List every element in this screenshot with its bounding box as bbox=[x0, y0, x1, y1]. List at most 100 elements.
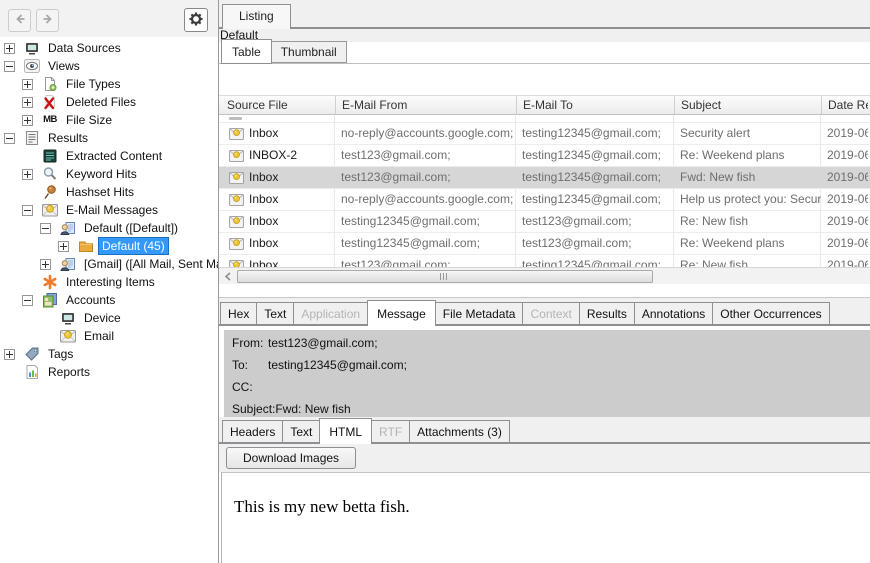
interesting-items-icon bbox=[42, 274, 58, 290]
sidebar-item-interesting-items[interactable]: Interesting Items bbox=[0, 273, 218, 291]
table-row[interactable]: Inboxtest123@gmail.com;testing12345@gmai… bbox=[219, 255, 870, 267]
source-file-name: Inbox bbox=[249, 211, 278, 232]
tab-headers[interactable]: Headers bbox=[222, 420, 283, 442]
sidebar-item-device[interactable]: Device bbox=[0, 309, 218, 327]
tab-text[interactable]: Text bbox=[256, 302, 294, 324]
sidebar-item-accounts[interactable]: Accounts bbox=[0, 291, 218, 309]
cell-subject: Re: New fish bbox=[674, 255, 821, 267]
table-header: Source FileE-Mail FromE-Mail ToSubjectDa… bbox=[219, 95, 870, 115]
expand-toggle-icon[interactable] bbox=[4, 43, 15, 54]
collapse-toggle-icon[interactable] bbox=[22, 295, 33, 306]
sidebar-item-extracted-content[interactable]: Extracted Content bbox=[0, 147, 218, 165]
views-icon bbox=[24, 58, 40, 74]
back-button[interactable] bbox=[8, 9, 31, 32]
cell-subject: Help us protect you: Securit... bbox=[674, 189, 821, 210]
table-row[interactable]: Inboxtesting12345@gmail.com;test123@gmai… bbox=[219, 233, 870, 255]
sidebar-item-default-default[interactable]: Default ([Default]) bbox=[0, 219, 218, 237]
collapse-toggle-icon[interactable] bbox=[40, 223, 51, 234]
tab-text[interactable]: Text bbox=[282, 420, 320, 442]
settings-button[interactable] bbox=[184, 8, 208, 32]
forward-arrow-icon bbox=[40, 11, 56, 30]
horizontal-scrollbar[interactable] bbox=[219, 267, 870, 284]
source-file-name: INBOX-2 bbox=[249, 145, 297, 166]
expand-toggle-icon[interactable] bbox=[22, 79, 33, 90]
file-types-icon bbox=[42, 76, 58, 92]
tab-table[interactable]: Table bbox=[221, 39, 272, 64]
message-field-to: To:testing12345@gmail.com; bbox=[232, 357, 870, 379]
cell-source-file: Inbox bbox=[221, 233, 335, 254]
column-header-e-mail-from[interactable]: E-Mail From bbox=[335, 96, 516, 114]
scrollbar-thumb[interactable] bbox=[237, 270, 653, 283]
sidebar-item-label: E-Mail Messages bbox=[63, 202, 161, 218]
table-row[interactable]: Inboxno-reply@accounts.google.com;testin… bbox=[219, 189, 870, 211]
tab-other-occurrences[interactable]: Other Occurrences bbox=[712, 302, 829, 324]
sidebar-item-keyword-hits[interactable]: Keyword Hits bbox=[0, 165, 218, 183]
sidebar-item-default-45[interactable]: Default (45) bbox=[0, 237, 218, 255]
download-images-button[interactable]: Download Images bbox=[226, 447, 356, 469]
expand-toggle-icon[interactable] bbox=[22, 169, 33, 180]
tab-attachments-3[interactable]: Attachments (3) bbox=[409, 420, 510, 442]
scroll-left-icon[interactable] bbox=[222, 271, 234, 282]
forward-button[interactable] bbox=[36, 9, 59, 32]
tab-listing[interactable]: Listing bbox=[222, 4, 291, 29]
collapse-toggle-icon[interactable] bbox=[4, 61, 15, 72]
directory-tree: Data SourcesViewsFile TypesDeleted Files… bbox=[0, 39, 218, 381]
tab-message[interactable]: Message bbox=[367, 300, 436, 326]
expand-toggle-icon[interactable] bbox=[22, 115, 33, 126]
sidebar-item-file-types[interactable]: File Types bbox=[0, 75, 218, 93]
sidebar-item-deleted-files[interactable]: Deleted Files bbox=[0, 93, 218, 111]
email-icon bbox=[42, 202, 58, 218]
expand-toggle-icon[interactable] bbox=[22, 97, 33, 108]
cell-email-to: testing12345@gmail.com; bbox=[516, 189, 674, 210]
cell-subject: Re: Weekend plans bbox=[674, 233, 821, 254]
accounts-icon bbox=[42, 292, 58, 308]
table-row[interactable]: Inboxtest123@gmail.com;testing12345@gmai… bbox=[219, 167, 870, 189]
sidebar-item-results[interactable]: Results bbox=[0, 129, 218, 147]
sidebar-item-data-sources[interactable]: Data Sources bbox=[0, 39, 218, 57]
tab-hex[interactable]: Hex bbox=[220, 302, 257, 324]
column-header-subject[interactable]: Subject bbox=[674, 96, 821, 114]
expand-toggle-icon[interactable] bbox=[40, 259, 51, 270]
sidebar-item-gmail-all-mail-sent-mail[interactable]: [Gmail] ([All Mail, Sent Mail]) bbox=[0, 255, 218, 273]
sidebar-item-reports[interactable]: Reports bbox=[0, 363, 218, 381]
field-label: Subject: bbox=[232, 401, 275, 418]
message-subtabstrip: HeadersTextHTMLRTFAttachments (3) bbox=[219, 417, 870, 444]
sidebar-item-email[interactable]: Email bbox=[0, 327, 218, 345]
message-field-cc: CC: bbox=[232, 379, 870, 401]
sidebar-item-label: Email bbox=[81, 328, 117, 344]
sidebar-item-file-size[interactable]: MBFile Size bbox=[0, 111, 218, 129]
sidebar-item-views[interactable]: Views bbox=[0, 57, 218, 75]
tab-html[interactable]: HTML bbox=[319, 418, 372, 444]
sidebar-item-e-mail-messages[interactable]: E-Mail Messages bbox=[0, 201, 218, 219]
sidebar-item-hashset-hits[interactable]: Hashset Hits bbox=[0, 183, 218, 201]
sidebar-item-label: Device bbox=[81, 310, 124, 326]
tab-thumbnail[interactable]: Thumbnail bbox=[271, 41, 347, 63]
tab-file-metadata[interactable]: File Metadata bbox=[435, 302, 524, 324]
message-field-from: From:test123@gmail.com; bbox=[232, 335, 870, 357]
column-header-source-file[interactable]: Source File bbox=[221, 96, 335, 114]
data-sources-icon bbox=[24, 40, 40, 56]
email-icon bbox=[60, 328, 76, 344]
table-row[interactable]: Inboxtesting12345@gmail.com;test123@gmai… bbox=[219, 211, 870, 233]
expand-toggle-icon[interactable] bbox=[58, 241, 69, 252]
table-row[interactable]: INBOX-2test123@gmail.com;testing12345@gm… bbox=[219, 145, 870, 167]
column-header-e-mail-to[interactable]: E-Mail To bbox=[516, 96, 674, 114]
sidebar-item-label: Default (45) bbox=[99, 238, 168, 254]
tree-toolbar bbox=[0, 0, 218, 37]
table-row[interactable]: Inboxno-reply@accounts.google.com;testin… bbox=[219, 123, 870, 145]
tab-annotations[interactable]: Annotations bbox=[634, 302, 713, 324]
cell-date-received: 2019-06- bbox=[821, 233, 868, 254]
message-viewer: From:test123@gmail.com;To:testing12345@g… bbox=[219, 326, 870, 563]
tab-rtf: RTF bbox=[371, 420, 410, 442]
cell-email-from: test123@gmail.com; bbox=[335, 255, 516, 267]
sidebar-item-tags[interactable]: Tags bbox=[0, 345, 218, 363]
expand-toggle-icon[interactable] bbox=[4, 349, 15, 360]
content-viewer-tabstrip: HexTextApplicationMessageFile MetadataCo… bbox=[219, 297, 870, 326]
tab-results[interactable]: Results bbox=[579, 302, 635, 324]
folder-icon bbox=[78, 238, 94, 254]
collapse-toggle-icon[interactable] bbox=[22, 205, 33, 216]
cell-date-received: 2019-06- bbox=[821, 123, 868, 144]
gear-icon bbox=[188, 11, 204, 30]
column-header-date-rec[interactable]: Date Rec bbox=[821, 96, 868, 114]
collapse-toggle-icon[interactable] bbox=[4, 133, 15, 144]
